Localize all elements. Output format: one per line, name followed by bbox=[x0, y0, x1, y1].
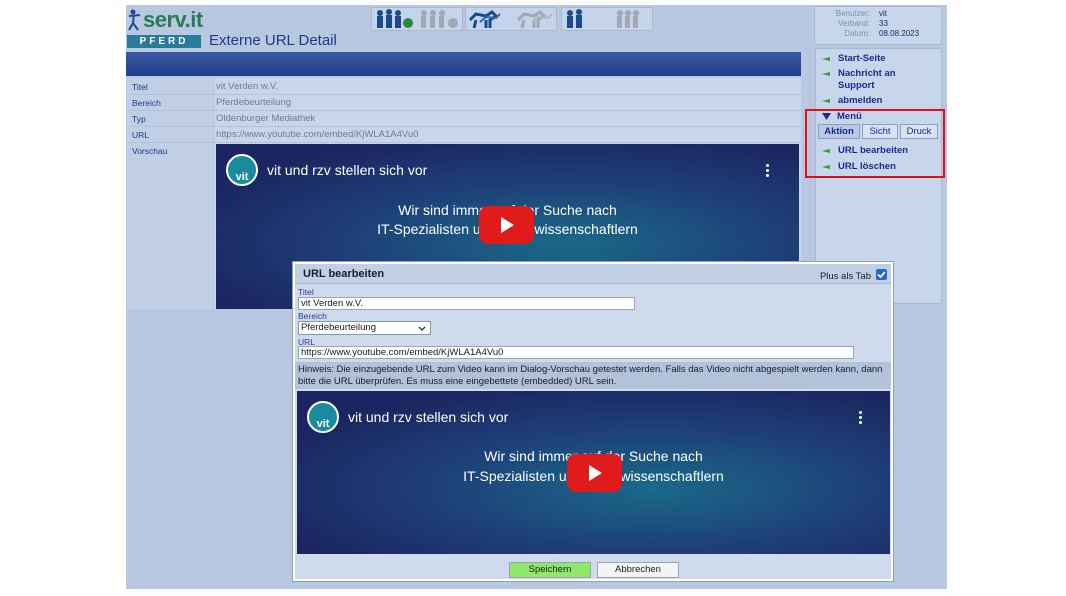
menu-highlight-box bbox=[805, 109, 945, 178]
detail-value: Oldenburger Mediathek bbox=[216, 113, 316, 124]
verband-label: Verband: bbox=[837, 19, 870, 28]
play-button[interactable] bbox=[567, 454, 622, 492]
channel-logo[interactable]: vit bbox=[307, 401, 339, 433]
video-title[interactable]: vit und rzv stellen sich vor bbox=[267, 162, 427, 178]
arrow-icon bbox=[822, 57, 830, 61]
nav-nachricht-support[interactable]: Nachricht an Support bbox=[838, 68, 918, 92]
benutzer-label: Benutzer: bbox=[835, 9, 870, 18]
play-button[interactable] bbox=[479, 206, 534, 244]
pferd-subbrand: PFERD bbox=[127, 35, 201, 48]
bereich-selected: Pferdebeurteilung bbox=[301, 322, 376, 333]
url-input[interactable]: https://www.youtube.com/embed/KjWLA1A4Vu… bbox=[298, 346, 854, 359]
nav-abmelden[interactable]: abmelden bbox=[838, 95, 882, 107]
arrow-icon bbox=[822, 99, 830, 103]
chevron-down-icon bbox=[418, 326, 426, 331]
cancel-button[interactable]: Abbrechen bbox=[597, 562, 679, 578]
plus-als-tab-checkbox[interactable] bbox=[876, 269, 887, 280]
checkmark-icon bbox=[877, 271, 886, 279]
detail-row-titel: Titel vit Verden w.V. bbox=[126, 79, 801, 95]
detail-label: Titel bbox=[132, 82, 148, 92]
detail-label: Bereich bbox=[132, 98, 161, 108]
datum-label: Datum: bbox=[844, 29, 870, 38]
user-info-panel: Benutzer: vit Verband: 33 Datum: 08.08.2023 bbox=[814, 6, 942, 45]
dialog-titlebar[interactable]: URL bearbeiten Plus als Tab bbox=[295, 264, 891, 284]
bereich-label: Bereich bbox=[298, 311, 327, 321]
arrow-icon bbox=[822, 72, 830, 76]
detail-label: URL bbox=[132, 130, 150, 140]
datum-value: 08.08.2023 bbox=[879, 29, 920, 38]
detail-value: https://www.youtube.com/embed/KjWLA1A4Vu… bbox=[216, 129, 419, 140]
dialog-body: URL bearbeiten Plus als Tab Titel vit Ve… bbox=[295, 264, 891, 579]
detail-label: Vorschau bbox=[132, 146, 168, 156]
hint-text: Hinweis: Die einzugebende URL zum Video … bbox=[295, 362, 891, 389]
person-logo-icon bbox=[128, 9, 141, 31]
titel-label: Titel bbox=[298, 287, 314, 297]
detail-row-typ: Typ Oldenburger Mediathek bbox=[126, 111, 801, 127]
video-title[interactable]: vit und rzv stellen sich vor bbox=[348, 409, 508, 425]
page-title: Externe URL Detail bbox=[209, 32, 337, 49]
logo-text: serv.it bbox=[143, 7, 203, 32]
url-edit-dialog: URL bearbeiten Plus als Tab Titel vit Ve… bbox=[292, 261, 894, 582]
bereich-select[interactable]: Pferdebeurteilung bbox=[298, 321, 431, 335]
dialog-title: URL bearbeiten bbox=[303, 268, 385, 280]
detail-value: Pferdebeurteilung bbox=[216, 97, 291, 108]
detail-header-bar bbox=[126, 52, 801, 76]
detail-row-url: URL https://www.youtube.com/embed/KjWLA1A… bbox=[126, 127, 801, 143]
verband-value: 33 bbox=[879, 19, 888, 28]
detail-label: Typ bbox=[132, 114, 146, 124]
plus-als-tab-label: Plus als Tab bbox=[819, 271, 871, 282]
people-group-icon[interactable] bbox=[561, 7, 653, 31]
servit-logo[interactable]: serv.it bbox=[127, 7, 207, 33]
video-preview-dialog[interactable]: vit vit und rzv stellen sich vor Wir sin… bbox=[297, 391, 890, 554]
channel-logo[interactable]: vit bbox=[226, 154, 258, 186]
horses-icon[interactable] bbox=[465, 7, 557, 31]
detail-value: vit Verden w.V. bbox=[216, 81, 278, 92]
detail-row-bereich: Bereich Pferdebeurteilung bbox=[126, 95, 801, 111]
save-button[interactable]: Speichern bbox=[509, 562, 591, 578]
people-globe-icon[interactable] bbox=[371, 7, 463, 31]
nav-start-seite[interactable]: Start-Seite bbox=[838, 53, 886, 65]
more-options-icon[interactable] bbox=[766, 164, 770, 179]
more-options-icon[interactable] bbox=[859, 411, 863, 426]
benutzer-value: vit bbox=[879, 9, 887, 18]
titel-input[interactable]: vit Verden w.V. bbox=[298, 297, 635, 310]
